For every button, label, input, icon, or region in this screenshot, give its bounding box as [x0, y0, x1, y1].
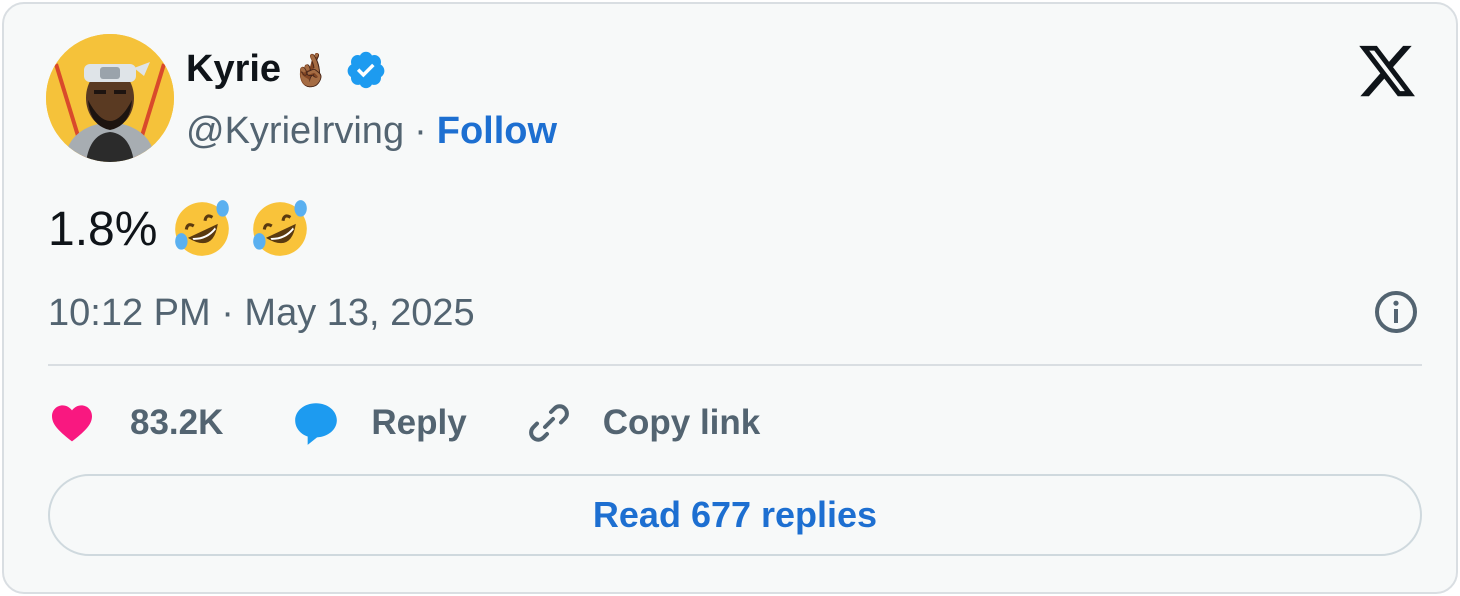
rolling-laughing-emoji-icon — [253, 200, 308, 256]
crossed-fingers-emoji: 🤞🏾 — [291, 51, 331, 88]
author-handle[interactable]: @KyrieIrving — [186, 110, 404, 153]
tweet-timestamp[interactable]: 10:12 PM · May 13, 2025 — [48, 292, 475, 335]
info-icon[interactable] — [1372, 288, 1420, 336]
reply-label: Reply — [371, 403, 467, 442]
copy-link-button[interactable]: Copy link — [525, 399, 761, 447]
author-name-row[interactable]: Kyrie 🤞🏾 — [186, 48, 387, 91]
author-handle-row: @KyrieIrving · Follow — [186, 110, 557, 153]
link-icon — [528, 404, 569, 442]
like-button[interactable]: 83.2K — [48, 399, 223, 447]
copy-link-label: Copy link — [602, 403, 761, 442]
verified-badge-icon — [347, 51, 385, 88]
tweet-text: 1.8% — [48, 196, 313, 262]
reply-button[interactable]: Reply — [291, 398, 467, 448]
tweet-body: 1.8% — [48, 202, 158, 256]
like-count: 83.2K — [130, 403, 224, 442]
author-display-name[interactable]: Kyrie — [186, 48, 281, 91]
read-replies-label: Read 677 replies — [592, 494, 878, 535]
divider — [48, 364, 1422, 366]
x-logo-icon[interactable] — [1356, 40, 1418, 102]
speech-bubble-icon — [295, 403, 338, 445]
separator-dot: · — [414, 110, 427, 152]
follow-button[interactable]: Follow — [437, 110, 557, 153]
tweet-embed-card: Kyrie 🤞🏾 @KyrieIrving · Follow 1.8% 10:1… — [2, 2, 1458, 594]
read-replies-button[interactable]: Read 677 replies — [48, 474, 1422, 556]
heart-icon — [52, 405, 92, 442]
rolling-laughing-emoji-icon — [175, 200, 230, 256]
action-bar: 83.2K Reply Copy link — [48, 392, 760, 454]
avatar-illustration — [46, 34, 174, 162]
author-avatar[interactable] — [46, 34, 174, 162]
